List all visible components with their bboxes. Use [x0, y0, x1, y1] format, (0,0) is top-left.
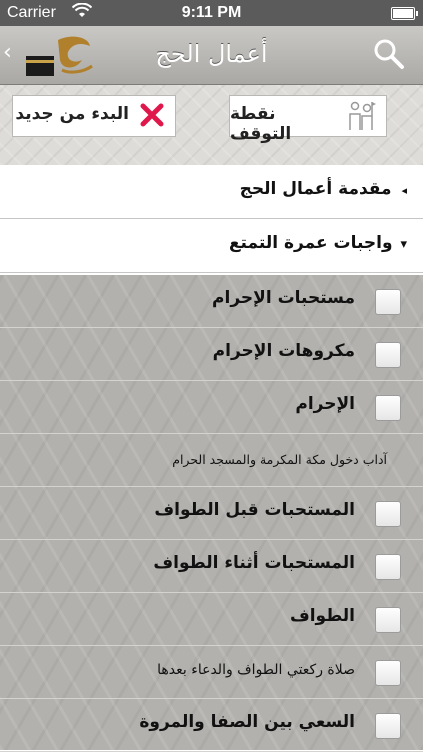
- collapsed-triangle-icon: ◂: [401, 184, 407, 197]
- list-item[interactable]: السعي بين الصفا والمروة: [0, 699, 423, 752]
- checklist: مستحبات الإحرام مكروهات الإحرام الإحرام …: [0, 275, 423, 752]
- item-label: المستحبات أثناء الطواف: [153, 553, 355, 573]
- item-label: السعي بين الصفا والمروة: [139, 712, 355, 732]
- list-item[interactable]: مكروهات الإحرام: [0, 328, 423, 381]
- sections-list: مقدمة أعمال الحج ◂ واجبات عمرة التمتع ▾: [0, 165, 423, 273]
- list-item[interactable]: المستحبات قبل الطواف: [0, 487, 423, 540]
- list-item[interactable]: آداب دخول مكة المكرمة والمسجد الحرام: [0, 434, 423, 487]
- clock: 9:11 PM: [181, 4, 242, 21]
- item-label: المستحبات قبل الطواف: [154, 500, 355, 520]
- close-x-icon: [140, 103, 164, 127]
- section-label: مقدمة أعمال الحج ◂: [239, 179, 407, 199]
- toolbar-area: البدء من جديد نقطة التوقف: [0, 85, 423, 165]
- item-label: مكروهات الإحرام: [212, 341, 355, 361]
- list-item[interactable]: مستحبات الإحرام: [0, 275, 423, 328]
- checkbox[interactable]: [375, 713, 401, 739]
- restart-button[interactable]: البدء من جديد: [12, 95, 176, 137]
- list-item[interactable]: صلاة ركعتي الطواف والدعاء بعدها: [0, 646, 423, 699]
- navigation-bar: ‹ أعمال الحج: [0, 26, 423, 85]
- checkbox[interactable]: [375, 660, 401, 686]
- status-bar: Carrier 9:11 PM: [0, 0, 423, 26]
- list-item[interactable]: المستحبات أثناء الطواف: [0, 540, 423, 593]
- search-icon[interactable]: [373, 38, 405, 70]
- checkbox[interactable]: [375, 289, 401, 315]
- people-flag-icon: [349, 101, 376, 130]
- item-label: مستحبات الإحرام: [212, 288, 355, 308]
- list-item[interactable]: الإحرام: [0, 381, 423, 434]
- item-label: آداب دخول مكة المكرمة والمسجد الحرام: [172, 452, 387, 467]
- item-label: الإحرام: [295, 394, 355, 414]
- checkbox[interactable]: [375, 501, 401, 527]
- item-label: صلاة ركعتي الطواف والدعاء بعدها: [157, 662, 355, 678]
- battery-icon: [391, 7, 418, 20]
- stop-point-button[interactable]: نقطة التوقف: [229, 95, 387, 144]
- expanded-triangle-icon: ▾: [400, 237, 407, 252]
- section-tamattu-duties[interactable]: واجبات عمرة التمتع ▾: [0, 219, 423, 273]
- page-title: أعمال الحج: [155, 40, 268, 68]
- checkbox[interactable]: [375, 342, 401, 368]
- list-item[interactable]: الطواف: [0, 593, 423, 646]
- section-label: واجبات عمرة التمتع ▾: [228, 233, 407, 253]
- checkbox[interactable]: [375, 395, 401, 421]
- stop-point-label: نقطة التوقف: [230, 104, 292, 144]
- checkbox[interactable]: [375, 554, 401, 580]
- section-introduction[interactable]: مقدمة أعمال الحج ◂: [0, 165, 423, 219]
- restart-label: البدء من جديد: [15, 104, 129, 124]
- checkbox[interactable]: [375, 607, 401, 633]
- item-label: الطواف: [289, 606, 355, 626]
